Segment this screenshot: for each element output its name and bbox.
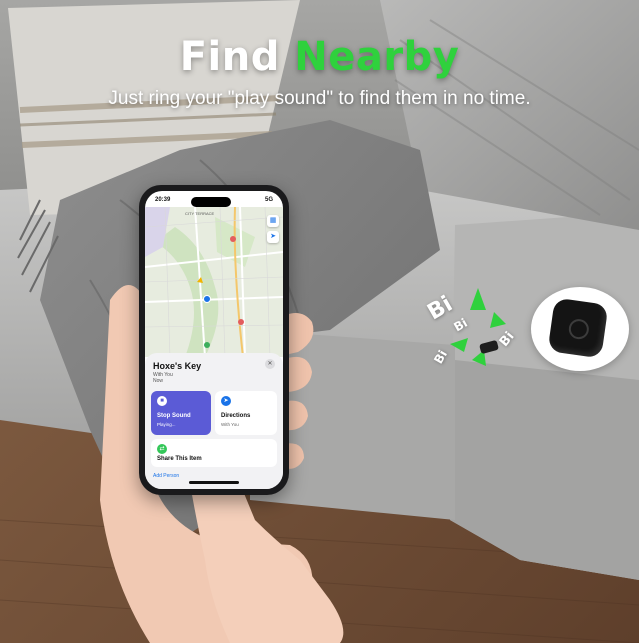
directions-button[interactable]: ➤ Directions With You <box>215 391 277 435</box>
phone-screen: 20:39 5G CITY TERRACE ▦ ➤ Hoxe's Key Wit… <box>145 191 283 489</box>
item-name: Hoxe's Key <box>153 361 202 371</box>
map-label: CITY TERRACE <box>185 211 215 216</box>
directions-label: Directions <box>221 413 251 419</box>
location-dot <box>203 295 211 303</box>
tracker-logo <box>567 317 591 341</box>
tracker-device <box>547 297 609 359</box>
map-roads <box>145 207 283 357</box>
dynamic-island <box>191 197 231 207</box>
add-person-link[interactable]: Add Person <box>153 473 179 479</box>
directions-sub: With You <box>221 422 239 427</box>
sound-wave-2 <box>490 312 506 328</box>
stop-sound-button[interactable]: ■ Stop Sound Playing... <box>151 391 211 435</box>
phone: 20:39 5G CITY TERRACE ▦ ➤ Hoxe's Key Wit… <box>139 185 289 495</box>
map-view[interactable]: CITY TERRACE ▦ ➤ <box>145 207 283 357</box>
sound-wave-3 <box>450 338 468 352</box>
sound-wave-1 <box>470 288 486 310</box>
share-item-button[interactable]: ⇄ Share This Item <box>151 439 277 467</box>
headline-accent: Nearby <box>294 34 460 80</box>
stop-sound-sub: Playing... <box>157 422 176 427</box>
map-mode-button[interactable]: ▦ <box>267 215 279 227</box>
status-time: 20:39 <box>155 197 171 203</box>
headline-part1: Find <box>179 34 280 80</box>
stop-sound-label: Stop Sound <box>157 413 191 419</box>
share-item-label: Share This Item <box>157 456 202 462</box>
share-icon: ⇄ <box>157 444 167 454</box>
headline: Find Nearby <box>0 34 639 80</box>
stop-icon: ■ <box>157 396 167 406</box>
locate-button[interactable]: ➤ <box>267 231 279 243</box>
product-image: Find Nearby Just ring your "play sound" … <box>0 0 639 643</box>
directions-icon: ➤ <box>221 396 231 406</box>
subheadline: Just ring your "play sound" to find them… <box>108 88 531 109</box>
item-sheet: Hoxe's Key With You Now ✕ ■ Stop Sound P… <box>145 353 283 489</box>
status-signal: 5G <box>264 197 273 203</box>
tracker-bubble <box>531 287 629 371</box>
close-icon[interactable]: ✕ <box>265 359 275 369</box>
item-time: Now <box>153 378 164 384</box>
home-indicator <box>189 481 239 484</box>
